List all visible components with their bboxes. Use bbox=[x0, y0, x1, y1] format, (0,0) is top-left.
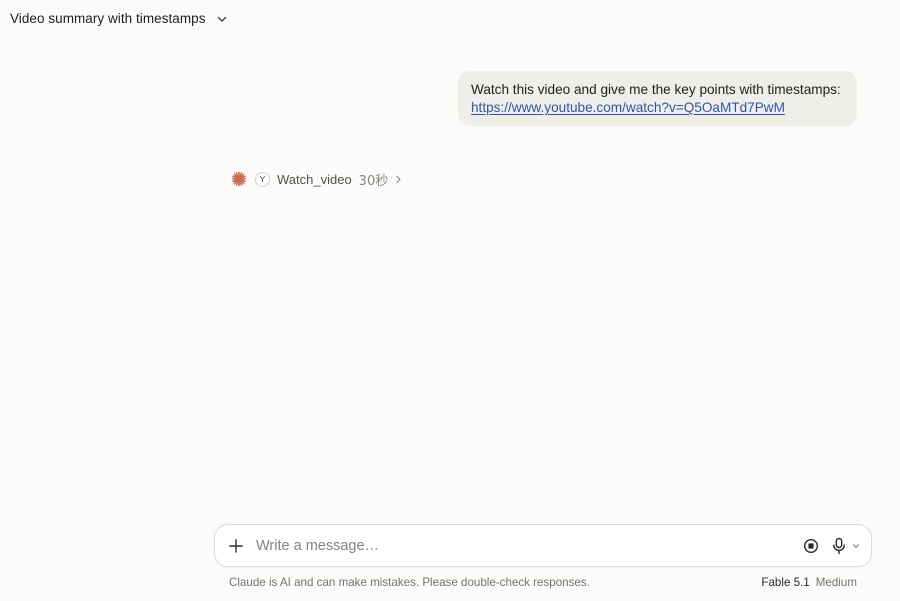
tool-name: Watch_video bbox=[277, 171, 352, 187]
tool-call-row[interactable]: Y Watch_video 30秒 bbox=[231, 169, 403, 189]
tool-duration: 30秒 bbox=[358, 173, 389, 189]
video-link[interactable]: https://www.youtube.com/watch?v=Q5OaMTd7… bbox=[471, 99, 785, 117]
conversation-title-menu[interactable]: Video summary with timestamps bbox=[10, 11, 228, 26]
chevron-right-icon bbox=[396, 175, 401, 183]
youtube-app-badge: Y bbox=[255, 171, 270, 187]
message-composer bbox=[214, 524, 872, 567]
model-effort: Medium bbox=[815, 576, 857, 589]
stop-icon[interactable] bbox=[803, 538, 819, 554]
model-name: Fable 5.1 bbox=[761, 576, 810, 589]
message-input[interactable] bbox=[256, 535, 786, 557]
spark-icon bbox=[231, 171, 247, 187]
mic-options-chevron-icon[interactable] bbox=[852, 542, 860, 550]
user-message-text: Watch this video and give me the key poi… bbox=[471, 82, 841, 97]
conversation-title: Video summary with timestamps bbox=[10, 11, 206, 26]
disclaimer-text: Claude is AI and can make mistakes. Plea… bbox=[229, 576, 590, 589]
model-selector[interactable]: Fable 5.1 Medium bbox=[761, 576, 857, 589]
chat-page: Video summary with timestamps Watch this… bbox=[0, 0, 900, 601]
plus-icon bbox=[229, 539, 243, 553]
add-attachment-button[interactable] bbox=[228, 538, 244, 554]
user-message-bubble: Watch this video and give me the key poi… bbox=[458, 71, 857, 126]
chevron-down-icon bbox=[217, 16, 226, 22]
microphone-icon[interactable] bbox=[831, 537, 847, 555]
